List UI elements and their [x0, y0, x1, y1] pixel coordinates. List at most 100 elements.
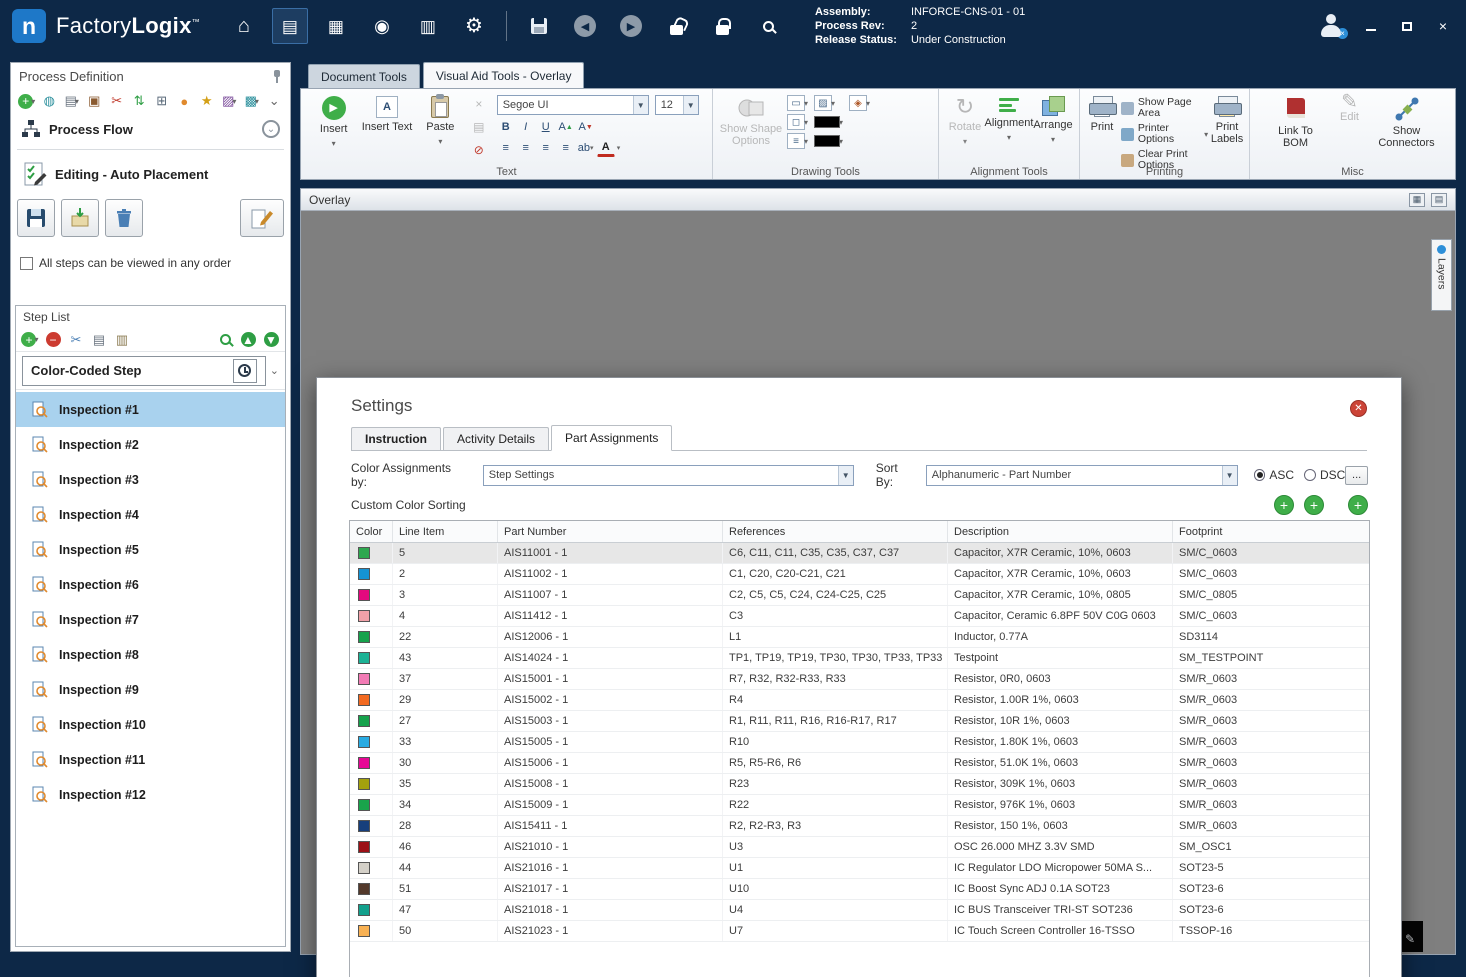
table-row[interactable]: 2 AIS11002 - 1 C1, C20, C20-C21, C21 Cap… — [350, 564, 1369, 585]
show-page-area-button[interactable]: Show Page Area — [1120, 97, 1208, 119]
edit-button-ribbon[interactable]: ✎ Edit — [1330, 92, 1370, 163]
align-right-button[interactable]: ≡ — [537, 139, 555, 157]
table-row[interactable]: 51 AIS21017 - 1 U10 IC Boost Sync ADJ 0.… — [350, 879, 1369, 900]
step-list-item[interactable]: Inspection #10 — [16, 707, 285, 742]
process-editor-icon[interactable]: ▤ — [271, 8, 308, 44]
step-timer-button[interactable] — [232, 358, 257, 383]
insert-text-button[interactable]: A Insert Text — [360, 93, 413, 163]
delete-process-button[interactable] — [105, 199, 143, 237]
table-row[interactable]: 22 AIS12006 - 1 L1 Inductor, 0.77A SD311… — [350, 627, 1369, 648]
tools-button[interactable]: ▩ ▾ — [242, 91, 262, 111]
cursor-icon[interactable]: ✎ — [1405, 932, 1415, 946]
shape-mode-button[interactable]: ◻ ▾ — [787, 114, 808, 130]
step-list-item[interactable]: Inspection #5 — [16, 532, 285, 567]
copy-step-button[interactable]: ▤ — [89, 330, 109, 350]
print-button[interactable]: ▤ ▾ — [62, 91, 82, 111]
line-color-button[interactable]: ▾ — [814, 133, 843, 149]
tab-instruction[interactable]: Instruction — [351, 427, 441, 450]
insert-button[interactable]: ▶ Insert ▾ — [307, 93, 360, 163]
import-process-button[interactable] — [61, 199, 99, 237]
printer-options-button[interactable]: Printer Options ▾ — [1120, 123, 1208, 145]
table-row[interactable]: 5 AIS11001 - 1 C6, C11, C11, C35, C35, C… — [350, 543, 1369, 564]
show-connectors-button[interactable]: Show Connectors — [1376, 93, 1438, 163]
step-type-selector[interactable]: Color-Coded Step — [22, 355, 266, 386]
link-to-bom-button[interactable]: Link To BOM — [1268, 93, 1324, 163]
shrink-font-button[interactable]: A ▼ — [577, 118, 595, 136]
header-description[interactable]: Description — [948, 521, 1173, 542]
minimize-button[interactable] — [1362, 18, 1380, 34]
find-step-button[interactable] — [215, 330, 235, 350]
hierarchy-button[interactable]: ⊞ — [152, 91, 172, 111]
table-row[interactable]: 4 AIS11412 - 1 C3 Capacitor, Ceramic 6.8… — [350, 606, 1369, 627]
step-list-item[interactable]: Inspection #2 — [16, 427, 285, 462]
navigator-icon[interactable]: ◉ — [364, 8, 400, 44]
duplicate-text-button[interactable]: ▤ — [470, 118, 488, 136]
line-style-button[interactable]: ≡ ▾ — [787, 133, 808, 149]
step-list-item[interactable]: Inspection #3 — [16, 462, 285, 497]
materials-icon[interactable]: ▦ — [318, 8, 354, 44]
tab-document-tools[interactable]: Document Tools — [308, 64, 420, 88]
forward-icon[interactable]: ▶ — [613, 8, 649, 44]
header-line-item[interactable]: Line Item — [393, 521, 498, 542]
collapse-toolbar-button[interactable]: ⌄ — [265, 91, 285, 111]
close-button[interactable]: × — [1434, 18, 1452, 34]
header-color[interactable]: Color — [350, 521, 393, 542]
add-color-rule-button[interactable]: + — [1304, 495, 1324, 515]
add-button[interactable]: + ▾ — [17, 91, 37, 111]
hatch-style-button[interactable]: ▨ ▾ — [814, 95, 843, 111]
align-left-button[interactable]: ≡ — [497, 139, 515, 157]
header-footprint[interactable]: Footprint — [1173, 521, 1369, 542]
dialog-close-button[interactable]: ✕ — [1350, 400, 1367, 417]
table-row[interactable]: 34 AIS15009 - 1 R22 Resistor, 976K 1%, 0… — [350, 795, 1369, 816]
back-icon[interactable]: ◀ — [567, 8, 603, 44]
table-row[interactable]: 46 AIS21010 - 1 U3 OSC 26.000 MHZ 3.3V S… — [350, 837, 1369, 858]
reorder-button[interactable]: ⇅ — [130, 91, 150, 111]
table-row[interactable]: 27 AIS15003 - 1 R1, R11, R11, R16, R16-R… — [350, 711, 1369, 732]
cut-button[interactable]: ✂ — [107, 91, 127, 111]
header-references[interactable]: References — [723, 521, 948, 542]
table-row[interactable]: 28 AIS15411 - 1 R2, R2-R3, R3 Resistor, … — [350, 816, 1369, 837]
shape-select-button[interactable]: ▭ ▾ — [787, 95, 808, 111]
clear-formatting-button[interactable]: ⊘ — [470, 141, 488, 159]
step-list-item[interactable]: Inspection #8 — [16, 637, 285, 672]
operator-button[interactable]: ● — [175, 91, 195, 111]
audit-search-icon[interactable] — [751, 8, 787, 44]
package-button[interactable]: ▣ — [85, 91, 105, 111]
arrange-button[interactable]: Arrange ▾ — [1033, 93, 1073, 163]
asc-radio[interactable] — [1253, 469, 1266, 481]
font-size-select[interactable]: 12 ▼ — [654, 95, 699, 115]
document-canvas[interactable]: + 100 ALL ◀ ▶ 61% ▲▼ ⊕ ✎ Layers — [301, 211, 1455, 977]
add-color-group-button[interactable]: + — [1274, 495, 1294, 515]
table-row[interactable]: 44 AIS21016 - 1 U1 IC Regulator LDO Micr… — [350, 858, 1369, 879]
color-assignments-select[interactable]: Step Settings ▼ — [482, 464, 854, 486]
save-process-button[interactable] — [17, 199, 55, 237]
add-step-button[interactable]: + ▾ — [20, 330, 40, 350]
align-justify-button[interactable]: ≡ — [557, 139, 575, 157]
expand-process-flow-icon[interactable]: ⌄ — [262, 120, 280, 138]
step-list-item[interactable]: Inspection #11 — [16, 742, 285, 777]
palette-button[interactable]: ▨ ▾ — [220, 91, 240, 111]
font-color-dropdown-icon[interactable]: ▾ — [617, 144, 621, 152]
unlock-icon[interactable] — [659, 8, 695, 44]
table-row[interactable]: 33 AIS15005 - 1 R10 Resistor, 1.80K 1%, … — [350, 732, 1369, 753]
order-checkbox[interactable] — [20, 256, 33, 270]
user-icon[interactable]: × — [1318, 13, 1348, 39]
process-flow-row[interactable]: Process Flow ⌄ — [11, 113, 290, 145]
fill-color-button[interactable]: ▾ — [814, 114, 843, 130]
print-button-ribbon[interactable]: Print — [1083, 93, 1121, 163]
settings-gear-icon[interactable]: ⚙ — [456, 8, 492, 44]
pin-icon[interactable] — [272, 69, 282, 83]
print-labels-button[interactable]: Print Labels — [1208, 93, 1246, 163]
bold-button[interactable]: B — [497, 118, 515, 136]
overlay-grid-button[interactable]: ▦ — [1409, 192, 1425, 207]
move-step-down-button[interactable]: ▼ — [261, 330, 281, 350]
paste-button[interactable]: Paste ▾ — [414, 93, 467, 163]
edit-step-button[interactable] — [240, 199, 284, 237]
move-step-up-button[interactable]: ▲ — [238, 330, 258, 350]
font-family-select[interactable]: Segoe UI ▼ — [496, 95, 649, 115]
overlay-layers-button[interactable]: ▤ — [1431, 192, 1447, 207]
table-row[interactable]: 30 AIS15006 - 1 R5, R5-R6, R6 Resistor, … — [350, 753, 1369, 774]
show-shape-options-button[interactable]: Show Shape Options — [719, 93, 783, 163]
web-link-button[interactable]: ◍ — [40, 91, 60, 111]
add-color-button[interactable]: + — [1348, 495, 1368, 515]
